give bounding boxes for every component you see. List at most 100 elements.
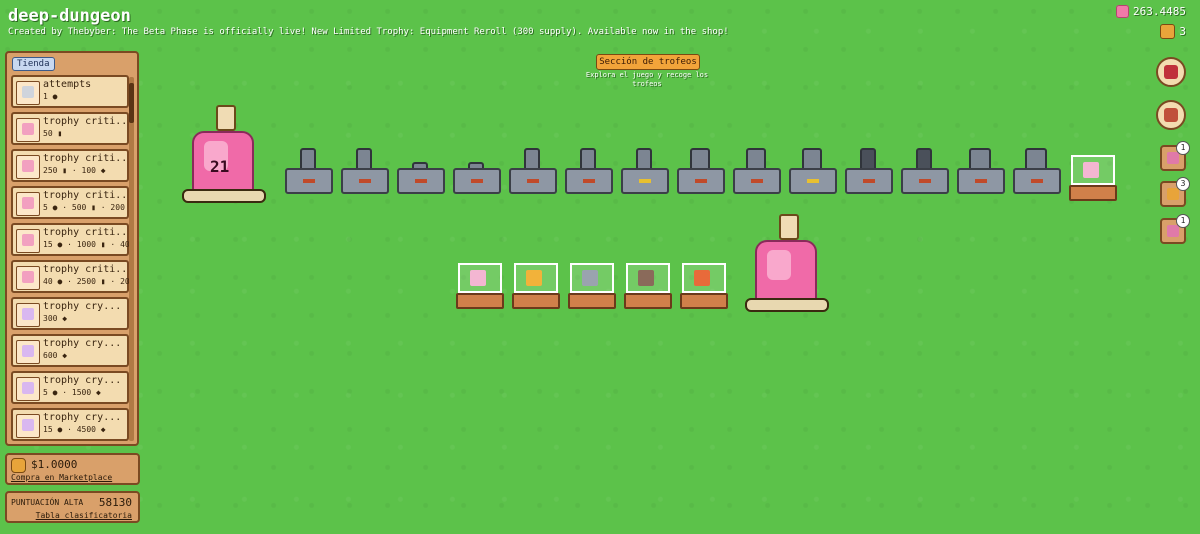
trophy-pedestal[interactable] (845, 148, 893, 194)
shop-item-price: 15 ● · 1000 ▮ · 400 ◆ · 200 ◆ (43, 240, 129, 249)
shop-item[interactable]: trophy criti... 40 ● · 2500 ▮ · 2000 ◆ · … (11, 260, 129, 293)
knight-statue-icon (802, 148, 822, 170)
coin-balance: 3 (1160, 24, 1186, 39)
trophy-display-case[interactable] (512, 263, 560, 309)
skull-statue-icon (636, 148, 652, 170)
coin-icon (1160, 24, 1176, 39)
tab-shop[interactable]: Tienda (12, 57, 55, 71)
wallet-amount: $1.0000 (31, 458, 78, 471)
trophy-display-case[interactable] (456, 263, 504, 309)
chest-icon (1164, 108, 1178, 122)
skull-pile (182, 189, 266, 203)
shop-item[interactable]: trophy cry... 15 ● · 4500 ◆ (11, 408, 129, 441)
crystal-icon (16, 377, 40, 401)
shop-item-price: 250 ▮ · 100 ◆ (43, 166, 106, 175)
crystal-shine (767, 250, 791, 280)
demon-statue-icon (969, 148, 991, 170)
display-stand (624, 293, 672, 309)
trophy-section-button[interactable]: Sección de trofeos (596, 54, 700, 70)
pedestal-base (509, 168, 557, 194)
shop-item[interactable]: trophy criti... 250 ▮ · 100 ◆ (11, 149, 129, 182)
display-stand (456, 293, 504, 309)
skull-pile (745, 298, 829, 312)
pedestal-base (341, 168, 389, 194)
wallet-panel: $1.0000 Compra en Marketplace (5, 453, 140, 485)
helmet-statue-icon (916, 148, 932, 170)
trophy-pedestal[interactable] (397, 148, 445, 194)
crystal-icon (1083, 162, 1099, 178)
skull-statue-icon (580, 148, 596, 170)
trophy-display-case[interactable] (568, 263, 616, 309)
helmet-statue-icon (860, 148, 876, 170)
display-stand (1069, 185, 1117, 201)
trophy-display-case[interactable] (624, 263, 672, 309)
shop-item[interactable]: trophy criti... 15 ● · 1000 ▮ · 400 ◆ · 2… (11, 223, 129, 256)
pedestal-base (677, 168, 725, 194)
high-score-label: PUNTUACIÓN ALTA (11, 498, 84, 507)
trophy-pedestal[interactable] (733, 148, 781, 194)
glove-icon (16, 81, 40, 105)
shop-item-name: trophy cry... (43, 301, 122, 312)
shield-icon (638, 270, 654, 286)
potion-slot[interactable]: 1 (1160, 214, 1190, 244)
marketplace-link[interactable]: Compra en Marketplace (11, 473, 112, 482)
high-score-value: 58130 (98, 496, 132, 509)
trophy-display-case[interactable] (680, 263, 728, 309)
trophy-pedestal[interactable] (285, 148, 333, 194)
trophy-pedestal[interactable] (789, 148, 837, 194)
shop-item[interactable]: trophy criti... 5 ● · 500 ▮ · 200 ◆ · 100… (11, 186, 129, 219)
potion-icon (1167, 225, 1179, 237)
pedestal-base (285, 168, 333, 194)
trophy-pedestal[interactable] (901, 148, 949, 194)
display-stand (680, 293, 728, 309)
shop-item-attempts[interactable]: attempts 1 ● (11, 75, 129, 108)
shop-item-price: 5 ● · 500 ▮ · 200 ◆ · 100 ◆ (43, 203, 129, 212)
crown-icon (694, 270, 710, 286)
shop-scrollbar[interactable] (129, 77, 134, 441)
trophy-pedestal[interactable] (453, 148, 501, 194)
trophy-pedestal[interactable] (509, 148, 557, 194)
coin-amount: 3 (1179, 25, 1186, 38)
pedestal-base (453, 168, 501, 194)
shop-item-name: trophy criti... (43, 227, 129, 238)
leaderboard-link[interactable]: Tabla clasificatoria (36, 511, 132, 520)
shop-item[interactable]: trophy cry... 5 ● · 1500 ◆ (11, 371, 129, 404)
shop-list[interactable]: attempts 1 ● trophy criti... 50 ▮ trophy c… (11, 75, 129, 441)
crystal-boss-trophy[interactable]: 21 (182, 103, 270, 203)
pedestal-base (901, 168, 949, 194)
trophy-pedestal[interactable] (565, 148, 613, 194)
pedestal-base (1013, 168, 1061, 194)
high-score-panel: PUNTUACIÓN ALTA 58130 Tabla clasificator… (5, 491, 140, 523)
character-icon (1164, 65, 1178, 79)
shop-item-name: trophy criti... (43, 264, 129, 275)
coin-slot[interactable]: 3 (1160, 177, 1190, 207)
shop-item-price: 40 ● · 2500 ▮ · 2000 ◆ · 800 ◆ (43, 277, 129, 286)
demon-statue-icon (1025, 148, 1047, 170)
potion-icon (1167, 152, 1179, 164)
shop-item[interactable]: trophy cry... 300 ◆ (11, 297, 129, 330)
trophy-pedestal[interactable] (621, 148, 669, 194)
crystal-icon (16, 340, 40, 364)
statue-icon (356, 148, 372, 170)
character-button[interactable] (1156, 57, 1186, 87)
trophy-display-case[interactable] (1069, 155, 1117, 201)
shop-item[interactable]: trophy cry... 600 ◆ (11, 334, 129, 367)
scrollbar-thumb[interactable] (129, 83, 134, 123)
trophy-pedestal[interactable] (957, 148, 1005, 194)
display-stand (512, 293, 560, 309)
pedestal-base (789, 168, 837, 194)
pedestal-base (733, 168, 781, 194)
chest-button[interactable] (1156, 100, 1186, 130)
shop-item-name: trophy cry... (43, 375, 122, 386)
trophy-pedestal[interactable] (677, 148, 725, 194)
top-bar: deep-dungeon Created by Thebyber: The Be… (0, 0, 1200, 46)
shop-item-price: 300 ◆ (43, 314, 68, 323)
flower-icon (1116, 5, 1130, 18)
shop-item[interactable]: trophy criti... 50 ▮ (11, 112, 129, 145)
crystal-boss-trophy[interactable] (745, 212, 833, 312)
shop-item-name: attempts (43, 79, 92, 90)
trophy-pedestal[interactable] (1013, 148, 1061, 194)
knight-statue-icon (746, 148, 766, 170)
potion-slot[interactable]: 1 (1160, 141, 1190, 171)
trophy-pedestal[interactable] (341, 148, 389, 194)
